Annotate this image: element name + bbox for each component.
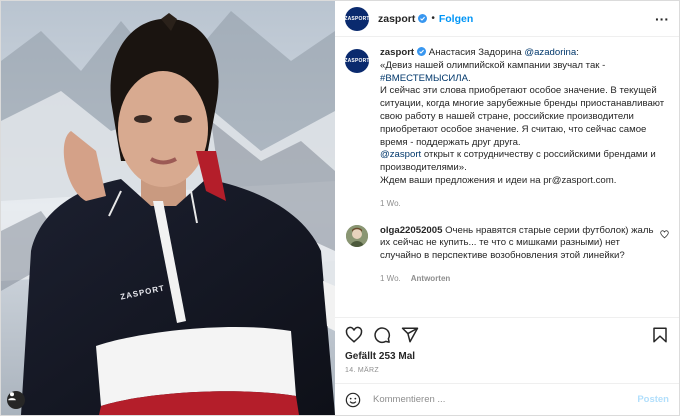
hashtag-link[interactable]: #ВМЕСТЕМЫСИЛА [380, 73, 468, 84]
add-comment-bar: Posten [335, 383, 679, 415]
caption-line-start: Анастасия Задорина [428, 47, 525, 58]
caption-paragraph-4: Ждем ваши предложения и идеи на pr@zaspo… [380, 174, 617, 186]
mention-link[interactable]: @azadorina [524, 47, 576, 58]
post-photo[interactable]: ZASPORT [1, 1, 335, 415]
post-date[interactable]: 14. MÄRZ [335, 367, 679, 383]
photo-illustration [1, 1, 335, 415]
commenter-username[interactable]: olga22052005 [380, 225, 442, 236]
caption-paragraph-2: И сейчас эти слова приобретают особое зн… [380, 85, 665, 148]
separator-dot: • [431, 13, 435, 24]
avatar-photo [346, 224, 368, 247]
comment-item: olga22052005 Очень нравятся старые серии… [345, 224, 669, 300]
post-sidebar: ZASPORT zasport • Folgen ··· ZASPORT zas… [335, 1, 679, 415]
comment-bubble-icon[interactable] [373, 326, 391, 344]
avatar-logo-text: ZASPORT [344, 58, 370, 64]
comment-text: olga22052005 Очень нравятся старые серии… [380, 225, 656, 263]
author-avatar[interactable]: ZASPORT [344, 6, 370, 31]
like-comment-heart-icon[interactable] [660, 229, 669, 239]
comment-time[interactable]: 1 Wo. [380, 274, 401, 283]
follow-button[interactable]: Folgen [439, 13, 473, 25]
post-header: ZASPORT zasport • Folgen ··· [335, 1, 679, 37]
more-options-icon[interactable]: ··· [655, 11, 669, 27]
tagged-users-icon[interactable] [7, 391, 25, 409]
verified-badge-icon [417, 47, 427, 56]
verified-badge-icon [418, 14, 428, 23]
author-username[interactable]: zasport [378, 13, 415, 25]
caption-meta: 1 Wo. [380, 198, 669, 211]
comments-section: ZASPORT zasport Анастасия Задорина @azad… [335, 37, 679, 317]
likes-count[interactable]: Gefällt 253 Mal [335, 351, 679, 367]
commenter-avatar[interactable] [346, 224, 368, 247]
like-heart-icon[interactable] [345, 326, 363, 344]
avatar-logo-text: ZASPORT [344, 15, 370, 22]
action-bar [335, 317, 679, 351]
mention-link-2[interactable]: @zasport [380, 149, 421, 160]
instagram-post: ZASPORT ZASPORT zasport • Folgen ··· ZAS… [0, 0, 680, 416]
caption: ZASPORT zasport Анастасия Задорина @azad… [344, 47, 669, 225]
comment-meta: 1 Wo. Antworten [380, 273, 656, 286]
caption-time[interactable]: 1 Wo. [380, 199, 401, 208]
reply-button[interactable]: Antworten [411, 274, 451, 283]
caption-paragraph-3: открыт к сотрудничеству с российскими бр… [380, 149, 656, 174]
caption-colon: : [576, 47, 579, 58]
caption-paragraph-1: «Девиз нашей олимпийской кампании звучал… [380, 59, 606, 71]
person-icon [8, 392, 16, 401]
caption-text: zasport Анастасия Задорина @azadorina: «… [380, 47, 669, 188]
caption-author-avatar[interactable]: ZASPORT [344, 49, 370, 73]
caption-author[interactable]: zasport [380, 47, 414, 58]
save-bookmark-icon[interactable] [651, 326, 669, 344]
post-comment-button[interactable]: Posten [637, 394, 669, 405]
emoji-icon[interactable] [345, 392, 361, 408]
caption-paragraph-1-end: . [468, 72, 471, 84]
comment-input[interactable] [373, 394, 638, 405]
share-paper-plane-icon[interactable] [401, 326, 419, 344]
